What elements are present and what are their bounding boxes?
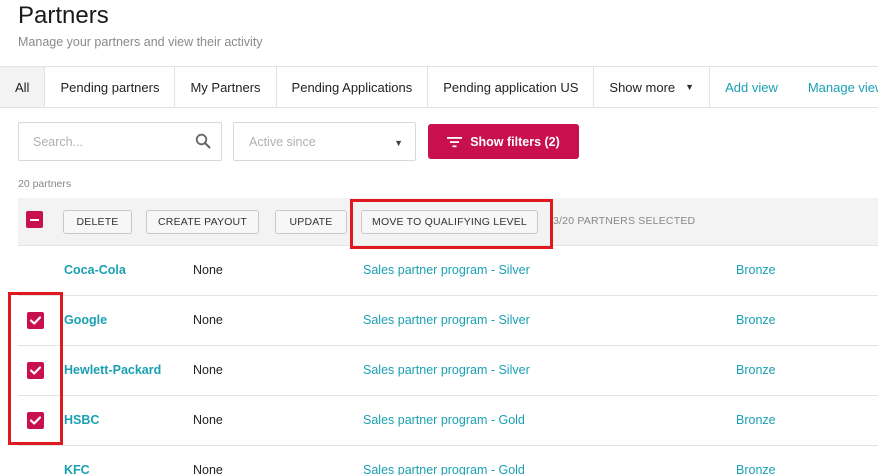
- check-icon: [29, 366, 42, 375]
- partner-level-link[interactable]: Bronze: [736, 463, 776, 475]
- tab-label: Pending partners: [60, 79, 160, 95]
- table-row[interactable]: Coca-Cola None Sales partner program - S…: [18, 246, 878, 296]
- page-title: Partners: [18, 2, 109, 29]
- move-to-qualifying-level-button[interactable]: MOVE TO QUALIFYING LEVEL: [361, 210, 538, 234]
- tab-show-more[interactable]: Show more ▼: [594, 67, 711, 107]
- tab-all[interactable]: All: [0, 67, 46, 107]
- partner-status: None: [193, 463, 223, 475]
- partner-program-link[interactable]: Sales partner program - Gold: [363, 463, 525, 475]
- partner-status: None: [193, 263, 223, 277]
- search-input[interactable]: [19, 123, 179, 160]
- caret-down-icon: ▼: [685, 82, 695, 92]
- partner-name-link[interactable]: Hewlett-Packard: [64, 363, 161, 377]
- partner-name-link[interactable]: Google: [64, 313, 107, 327]
- partner-status: None: [193, 363, 223, 377]
- partner-level-link[interactable]: Bronze: [736, 363, 776, 377]
- table-row[interactable]: KFC None Sales partner program - Gold Br…: [18, 446, 878, 475]
- show-filters-button[interactable]: Show filters (2): [428, 124, 579, 159]
- partner-program-link[interactable]: Sales partner program - Silver: [363, 263, 530, 277]
- partner-name-link[interactable]: KFC: [64, 463, 90, 475]
- search-box: [18, 122, 222, 161]
- table-row[interactable]: Google None Sales partner program - Silv…: [18, 296, 878, 346]
- tab-pending-application-us[interactable]: Pending application US: [428, 67, 595, 107]
- partner-level-link[interactable]: Bronze: [736, 413, 776, 427]
- table-row[interactable]: HSBC None Sales partner program - Gold B…: [18, 396, 878, 446]
- view-tabs: All Pending partners My Partners Pending…: [0, 66, 878, 108]
- row-checkbox[interactable]: [27, 362, 44, 379]
- caret-down-icon: ▼: [394, 138, 403, 148]
- row-checkbox[interactable]: [27, 412, 44, 429]
- tab-pending-applications[interactable]: Pending Applications: [277, 67, 429, 107]
- check-icon: [29, 316, 42, 325]
- tab-label: Show more: [609, 79, 676, 95]
- search-icon[interactable]: [195, 133, 211, 149]
- active-since-select[interactable]: Active since ▼: [233, 122, 416, 161]
- tab-pending-partners[interactable]: Pending partners: [45, 67, 176, 107]
- filter-icon: [447, 136, 463, 147]
- partner-level-link[interactable]: Bronze: [736, 313, 776, 327]
- partner-status: None: [193, 313, 223, 327]
- check-icon: [29, 416, 42, 425]
- add-view-link[interactable]: Add view: [710, 67, 793, 107]
- tab-label: Pending Applications: [291, 79, 413, 95]
- active-since-placeholder: Active since: [249, 134, 316, 149]
- partner-program-link[interactable]: Sales partner program - Silver: [363, 363, 530, 377]
- manage-views-link[interactable]: Manage views: [793, 67, 878, 107]
- partner-name-link[interactable]: Coca-Cola: [64, 263, 126, 277]
- tab-label: All: [15, 79, 30, 95]
- row-checkbox[interactable]: [27, 312, 44, 329]
- select-all-checkbox[interactable]: [26, 211, 43, 228]
- partner-level-link[interactable]: Bronze: [736, 263, 776, 277]
- tab-label: Pending application US: [443, 79, 579, 95]
- selected-count: 3/20 PARTNERS SELECTED: [553, 215, 696, 227]
- show-filters-label: Show filters (2): [470, 134, 560, 149]
- partner-count: 20 partners: [18, 178, 72, 190]
- tab-my-partners[interactable]: My Partners: [175, 67, 277, 107]
- partner-name-link[interactable]: HSBC: [64, 413, 99, 427]
- partner-status: None: [193, 413, 223, 427]
- update-button[interactable]: UPDATE: [275, 210, 347, 234]
- bulk-action-bar: DELETE CREATE PAYOUT UPDATE MOVE TO QUAL…: [18, 198, 878, 246]
- page-subtitle: Manage your partners and view their acti…: [18, 35, 263, 49]
- table-row[interactable]: Hewlett-Packard None Sales partner progr…: [18, 346, 878, 396]
- delete-button[interactable]: DELETE: [63, 210, 132, 234]
- tab-label: My Partners: [190, 79, 261, 95]
- partner-program-link[interactable]: Sales partner program - Gold: [363, 413, 525, 427]
- create-payout-button[interactable]: CREATE PAYOUT: [146, 210, 259, 234]
- partner-program-link[interactable]: Sales partner program - Silver: [363, 313, 530, 327]
